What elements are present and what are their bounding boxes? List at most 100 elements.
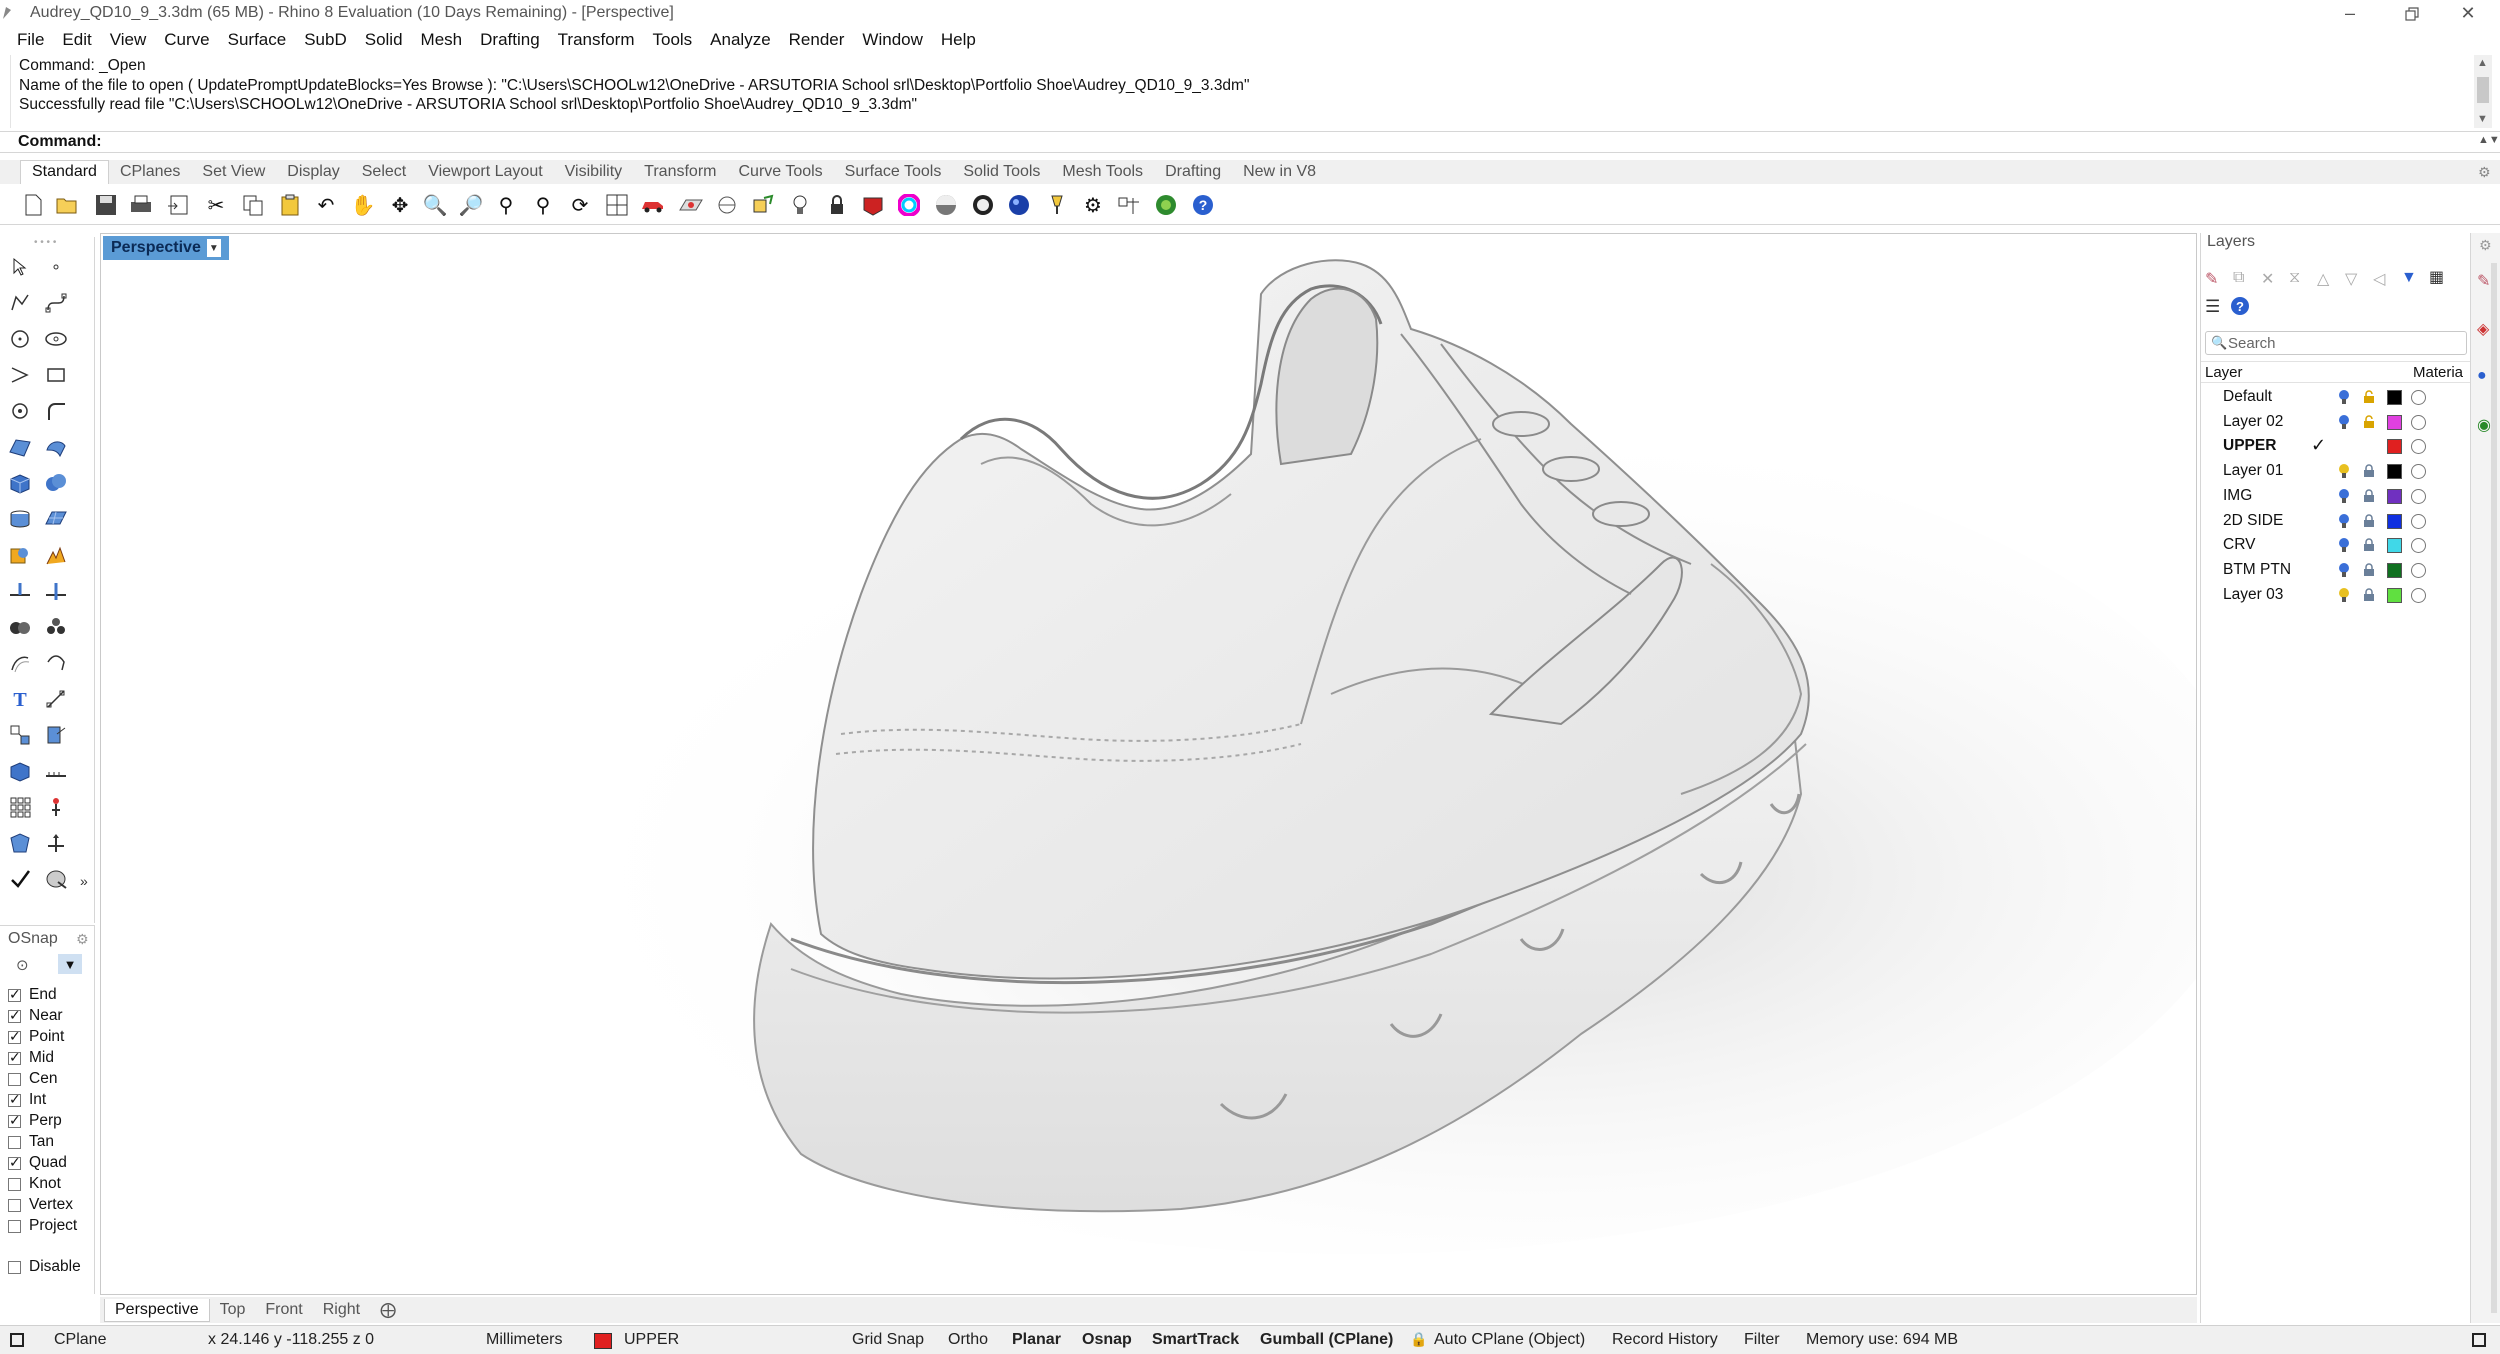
lock-icon[interactable]	[2363, 587, 2375, 602]
help-icon[interactable]: ?	[1190, 192, 1216, 218]
menu-subd[interactable]: SubD	[295, 30, 356, 50]
layer-material-icon[interactable]	[2411, 488, 2426, 504]
status-grid-snap[interactable]: Grid Snap	[852, 1331, 924, 1349]
osnap-point-checkbox[interactable]	[8, 1028, 21, 1045]
polygon-icon[interactable]	[4, 395, 36, 427]
layer-color-swatch[interactable]	[2387, 488, 2402, 504]
delete-layer-icon[interactable]: ✕	[2261, 269, 2274, 289]
menu-transform[interactable]: Transform	[549, 30, 644, 50]
tab-curve-tools[interactable]: Curve Tools	[727, 163, 833, 184]
osnap-knot-checkbox[interactable]	[8, 1177, 21, 1191]
materials-tab-icon[interactable]: ◉	[2477, 415, 2491, 435]
tab-top[interactable]: Top	[210, 1299, 256, 1321]
tab-set-view[interactable]: Set View	[191, 163, 276, 184]
mesh-plane-icon[interactable]	[40, 503, 72, 535]
panel-gear-icon[interactable]: ⚙	[2479, 237, 2492, 254]
named-views-icon[interactable]	[750, 192, 776, 218]
command-history[interactable]: Command: _Open Name of the file to open …	[10, 55, 2472, 128]
print-icon[interactable]	[128, 192, 154, 218]
lock-icon[interactable]	[824, 192, 850, 218]
osnap-target-icon[interactable]: ⊙	[16, 956, 29, 974]
explode-icon[interactable]	[40, 539, 72, 571]
join-icon[interactable]	[4, 611, 36, 643]
layer-row[interactable]: UPPER ✓	[2201, 434, 2471, 459]
fillet-icon[interactable]	[40, 395, 72, 427]
osnap-near[interactable]: Near	[8, 1007, 63, 1025]
menu-mesh[interactable]: Mesh	[412, 30, 472, 50]
scroll-down-icon[interactable]: ▼	[2477, 113, 2488, 125]
add-viewport-tab-icon[interactable]: ⨁	[370, 1298, 406, 1322]
tab-cplanes[interactable]: CPlanes	[109, 163, 191, 184]
visibility-bulb-icon[interactable]	[2338, 463, 2350, 479]
color-wheel-icon[interactable]	[896, 192, 922, 218]
layer-name[interactable]: Layer 02	[2223, 413, 2283, 431]
osnap-project[interactable]: Project	[8, 1217, 77, 1235]
history-icon[interactable]	[40, 791, 72, 823]
layer-row[interactable]: Layer 03	[2201, 583, 2471, 608]
polyline-icon[interactable]	[4, 287, 36, 319]
new-layer-icon[interactable]: ✎	[2205, 269, 2218, 289]
visibility-bulb-icon[interactable]	[2338, 562, 2350, 578]
rectangle-icon[interactable]	[40, 359, 72, 391]
restore-button[interactable]	[2388, 0, 2436, 27]
osnap-tan[interactable]: Tan	[8, 1133, 54, 1151]
layer-name[interactable]: UPPER	[2223, 437, 2276, 455]
layer-material-icon[interactable]	[2411, 414, 2426, 430]
osnap-end-checkbox[interactable]	[8, 986, 21, 1003]
layer-material-icon[interactable]	[2411, 513, 2426, 529]
layer-name[interactable]: BTM PTN	[2223, 561, 2291, 579]
osnap-filter-icon[interactable]: ▼	[58, 954, 82, 974]
menu-help[interactable]: Help	[932, 30, 985, 50]
lock-icon[interactable]	[2363, 489, 2375, 503]
layer-row[interactable]: BTM PTN	[2201, 558, 2471, 583]
material-icon[interactable]	[860, 192, 886, 218]
render-tab-icon[interactable]: ●	[2477, 367, 2487, 385]
layers-tab-icon[interactable]: ✎	[2477, 271, 2490, 291]
visibility-bulb-icon[interactable]	[2338, 414, 2350, 430]
layer-color-swatch[interactable]	[2387, 513, 2402, 529]
undo-icon[interactable]: ↶	[313, 192, 339, 218]
layers-help-icon[interactable]: ?	[2231, 297, 2249, 315]
paste-icon[interactable]	[277, 192, 303, 218]
menu-analyze[interactable]: Analyze	[701, 30, 779, 50]
more-tools-icon[interactable]: »	[80, 873, 88, 889]
curve-icon[interactable]	[40, 287, 72, 319]
circle-cplane-icon[interactable]	[714, 192, 740, 218]
gear-icon[interactable]: ⚙	[1080, 192, 1106, 218]
osnap-cen-checkbox[interactable]	[8, 1072, 21, 1086]
tab-solid-tools[interactable]: Solid Tools	[952, 163, 1051, 184]
save-icon[interactable]	[93, 192, 119, 218]
car-icon[interactable]	[640, 192, 666, 218]
surface-corner-icon[interactable]	[4, 431, 36, 463]
four-views-icon[interactable]	[604, 192, 630, 218]
tab-surface-tools[interactable]: Surface Tools	[834, 163, 953, 184]
layer-row[interactable]: Default	[2201, 385, 2471, 410]
zoom-window-icon[interactable]: 🔎	[458, 192, 484, 218]
menu-tools[interactable]: Tools	[643, 30, 701, 50]
status-smarttrack[interactable]: SmartTrack	[1152, 1331, 1239, 1349]
tab-mesh-tools[interactable]: Mesh Tools	[1051, 163, 1154, 184]
tab-viewport-layout[interactable]: Viewport Layout	[417, 163, 553, 184]
osnap-vertex[interactable]: Vertex	[8, 1196, 73, 1214]
render-sphere-icon[interactable]	[1006, 192, 1032, 218]
osnap-gear-icon[interactable]: ⚙	[76, 931, 89, 948]
menu-solid[interactable]: Solid	[356, 30, 412, 50]
osnap-tan-checkbox[interactable]	[8, 1135, 21, 1149]
tab-right[interactable]: Right	[313, 1299, 370, 1321]
tab-standard[interactable]: Standard	[20, 160, 109, 184]
layer-material-icon[interactable]	[2411, 464, 2426, 480]
scroll-up-icon[interactable]: ▲	[2477, 57, 2488, 69]
move-down-icon[interactable]: ▽	[2345, 269, 2357, 289]
status-panel-toggle-icon[interactable]	[10, 1333, 24, 1347]
select-arrow-icon[interactable]	[4, 251, 36, 283]
tab-transform[interactable]: Transform	[633, 163, 727, 184]
zoom-extents-icon[interactable]: ⚲	[493, 192, 519, 218]
visibility-bulb-icon[interactable]	[2338, 488, 2350, 504]
minimize-button[interactable]: –	[2326, 0, 2374, 27]
panel-scrollbar[interactable]	[2491, 263, 2497, 1313]
osnap-vertex-checkbox[interactable]	[8, 1198, 21, 1212]
split-icon[interactable]	[40, 575, 72, 607]
group-icon[interactable]	[40, 611, 72, 643]
tab-select[interactable]: Select	[351, 163, 417, 184]
pan-icon[interactable]: ✋	[350, 192, 376, 218]
